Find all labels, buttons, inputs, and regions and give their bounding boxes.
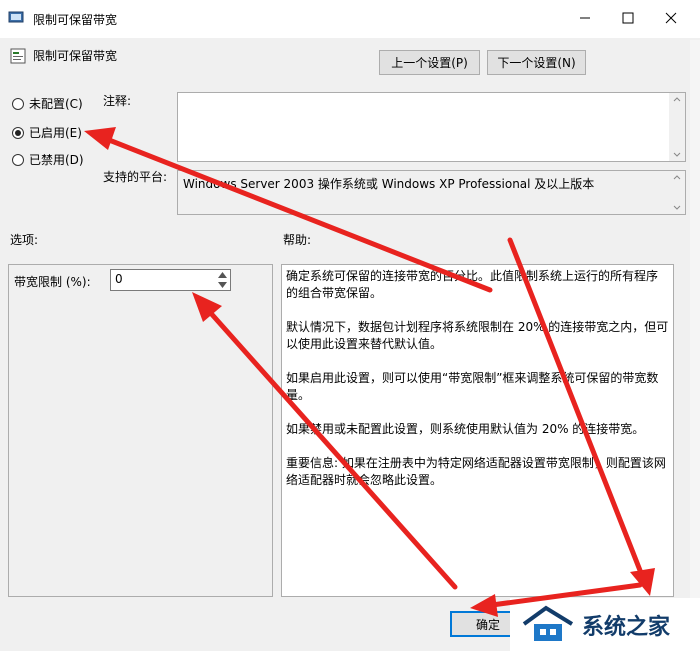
close-button[interactable]	[648, 0, 694, 38]
radio-circle[interactable]	[12, 126, 24, 139]
platform-label: 支持的平台:	[103, 170, 168, 184]
spin-up-icon[interactable]	[215, 270, 230, 280]
help-paragraph: 重要信息: 如果在注册表中为特定网络适配器设置带宽限制，则配置该网络适配器时就会…	[286, 456, 666, 487]
help-label: 帮助:	[283, 233, 312, 247]
watermark-text: 系统之家	[582, 615, 671, 640]
options-label: 选项:	[10, 233, 39, 247]
radio-circle[interactable]	[12, 97, 24, 110]
radio-enabled[interactable]: 已启用(E)	[12, 124, 82, 141]
radio-label: 已禁用(D)	[29, 153, 84, 167]
window-title: 限制可保留带宽	[33, 13, 118, 27]
next-setting-button[interactable]: 下一个设置(N)	[487, 50, 586, 75]
comment-label: 注释:	[103, 94, 132, 108]
spin-down-icon[interactable]	[215, 280, 230, 290]
help-paragraph: 如果启用此设置，则可以使用“带宽限制”框来调整系统可保留的带宽数量。	[286, 371, 659, 402]
help-text-panel: 确定系统可保留的连接带宽的百分比。此值限制系统上运行的所有程序的组合带宽保留。 …	[281, 264, 674, 597]
platform-value: Windows Server 2003 操作系统或 Windows XP Pro…	[177, 170, 686, 215]
radio-label: 未配置(C)	[29, 97, 83, 111]
radio-not-configured[interactable]: 未配置(C)	[12, 95, 83, 112]
policy-title: 限制可保留带宽	[33, 49, 118, 63]
bandwidth-limit-label: 带宽限制 (%):	[14, 275, 91, 289]
help-scrollbar[interactable]	[674, 264, 691, 597]
comment-field[interactable]	[177, 92, 686, 162]
radio-label: 已启用(E)	[29, 126, 82, 140]
radio-disabled[interactable]: 已禁用(D)	[12, 151, 84, 168]
policy-window-icon	[8, 10, 24, 24]
help-paragraph: 如果禁用或未配置此设置，则系统使用默认值为 20% 的连接带宽。	[286, 422, 645, 436]
radio-circle[interactable]	[12, 153, 24, 166]
help-paragraph: 默认情况下，数据包计划程序将系统限制在 20% 的连接带宽之内，但可以使用此设置…	[286, 320, 669, 351]
platform-scrollbar[interactable]	[669, 171, 685, 214]
watermark-house-icon	[520, 604, 578, 647]
options-panel	[8, 264, 273, 597]
dialog-edge-scrollbar[interactable]	[690, 40, 700, 600]
minimize-icon	[579, 12, 591, 27]
help-paragraph: 确定系统可保留的连接带宽的百分比。此值限制系统上运行的所有程序的组合带宽保留。	[286, 269, 659, 300]
previous-setting-button[interactable]: 上一个设置(P)	[379, 50, 480, 75]
bandwidth-limit-input[interactable]: 0	[110, 269, 231, 291]
maximize-button[interactable]	[605, 0, 651, 38]
maximize-icon	[622, 12, 634, 27]
minimize-button[interactable]	[562, 0, 608, 38]
close-icon	[665, 12, 677, 27]
policy-setting-icon	[10, 48, 26, 64]
comment-scrollbar[interactable]	[669, 93, 685, 161]
arrow-to-enabled-head	[84, 127, 116, 150]
